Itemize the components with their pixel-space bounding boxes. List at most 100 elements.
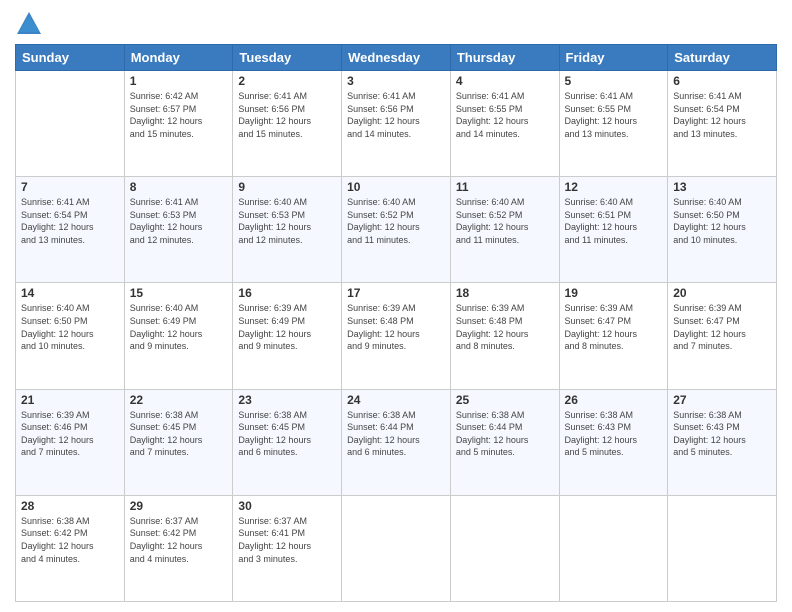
calendar-cell: 25 Sunrise: 6:38 AM Sunset: 6:44 PM Dayli… xyxy=(450,389,559,495)
logo xyxy=(15,10,47,38)
day-number: 14 xyxy=(21,286,119,300)
day-number: 8 xyxy=(130,180,228,194)
calendar-cell: 28 Sunrise: 6:38 AM Sunset: 6:42 PM Dayli… xyxy=(16,495,125,601)
calendar-cell: 2 Sunrise: 6:41 AM Sunset: 6:56 PM Daylig… xyxy=(233,71,342,177)
header xyxy=(15,10,777,38)
day-info: Sunrise: 6:40 AM Sunset: 6:50 PM Dayligh… xyxy=(21,302,119,352)
calendar-cell xyxy=(16,71,125,177)
calendar-cell: 26 Sunrise: 6:38 AM Sunset: 6:43 PM Dayli… xyxy=(559,389,668,495)
calendar-cell: 16Sunrise: 6:39 AM Sunset: 6:49 PM Dayli… xyxy=(233,283,342,389)
calendar-week-row: 14 Sunrise: 6:40 AM Sunset: 6:50 PM Dayli… xyxy=(16,283,777,389)
day-info: Sunrise: 6:40 AM Sunset: 6:49 PM Dayligh… xyxy=(130,302,228,352)
day-number: 2 xyxy=(238,74,336,88)
calendar-cell: 15 Sunrise: 6:40 AM Sunset: 6:49 PM Dayli… xyxy=(124,283,233,389)
day-number: 10 xyxy=(347,180,445,194)
calendar-week-row: 21 Sunrise: 6:39 AM Sunset: 6:46 PM Dayli… xyxy=(16,389,777,495)
day-info: Sunrise: 6:38 AM Sunset: 6:42 PM Dayligh… xyxy=(21,515,119,565)
day-info: Sunrise: 6:38 AM Sunset: 6:43 PM Dayligh… xyxy=(673,409,771,459)
calendar-cell: 20 Sunrise: 6:39 AM Sunset: 6:47 PM Dayli… xyxy=(668,283,777,389)
day-info: Sunrise: 6:41 AM Sunset: 6:54 PM Dayligh… xyxy=(21,196,119,246)
day-number: 9 xyxy=(238,180,336,194)
day-info: Sunrise: 6:39 AM Sunset: 6:46 PM Dayligh… xyxy=(21,409,119,459)
day-number: 19 xyxy=(565,286,663,300)
calendar-cell: 19 Sunrise: 6:39 AM Sunset: 6:47 PM Dayli… xyxy=(559,283,668,389)
day-info: Sunrise: 6:40 AM Sunset: 6:50 PM Dayligh… xyxy=(673,196,771,246)
day-number: 3 xyxy=(347,74,445,88)
day-info: Sunrise: 6:38 AM Sunset: 6:44 PM Dayligh… xyxy=(456,409,554,459)
day-number: 23 xyxy=(238,393,336,407)
day-number: 15 xyxy=(130,286,228,300)
day-number: 28 xyxy=(21,499,119,513)
calendar-cell: 5 Sunrise: 6:41 AM Sunset: 6:55 PM Daylig… xyxy=(559,71,668,177)
day-info: Sunrise: 6:38 AM Sunset: 6:43 PM Dayligh… xyxy=(565,409,663,459)
day-number: 26 xyxy=(565,393,663,407)
calendar-cell xyxy=(450,495,559,601)
calendar-cell: 27 Sunrise: 6:38 AM Sunset: 6:43 PM Dayli… xyxy=(668,389,777,495)
day-info: Sunrise: 6:38 AM Sunset: 6:45 PM Dayligh… xyxy=(238,409,336,459)
day-info: Sunrise: 6:37 AM Sunset: 6:42 PM Dayligh… xyxy=(130,515,228,565)
day-number: 30 xyxy=(238,499,336,513)
day-info: Sunrise: 6:39 AM Sunset: 6:47 PM Dayligh… xyxy=(565,302,663,352)
day-number: 21 xyxy=(21,393,119,407)
calendar-cell: 7 Sunrise: 6:41 AM Sunset: 6:54 PM Daylig… xyxy=(16,177,125,283)
day-number: 7 xyxy=(21,180,119,194)
day-number: 18 xyxy=(456,286,554,300)
calendar-cell: 11 Sunrise: 6:40 AM Sunset: 6:52 PM Dayli… xyxy=(450,177,559,283)
calendar-day-header: Saturday xyxy=(668,45,777,71)
day-number: 16 xyxy=(238,286,336,300)
day-number: 29 xyxy=(130,499,228,513)
calendar-cell: 9 Sunrise: 6:40 AM Sunset: 6:53 PM Daylig… xyxy=(233,177,342,283)
calendar-cell: 22 Sunrise: 6:38 AM Sunset: 6:45 PM Dayli… xyxy=(124,389,233,495)
calendar-day-header: Thursday xyxy=(450,45,559,71)
calendar-cell: 8 Sunrise: 6:41 AM Sunset: 6:53 PM Daylig… xyxy=(124,177,233,283)
day-number: 1 xyxy=(130,74,228,88)
logo-icon xyxy=(15,10,43,38)
day-info: Sunrise: 6:38 AM Sunset: 6:45 PM Dayligh… xyxy=(130,409,228,459)
day-info: Sunrise: 6:40 AM Sunset: 6:51 PM Dayligh… xyxy=(565,196,663,246)
calendar-cell: 10 Sunrise: 6:40 AM Sunset: 6:52 PM Dayli… xyxy=(342,177,451,283)
day-info: Sunrise: 6:39 AM Sunset: 6:47 PM Dayligh… xyxy=(673,302,771,352)
calendar-day-header: Monday xyxy=(124,45,233,71)
day-number: 11 xyxy=(456,180,554,194)
calendar-cell xyxy=(559,495,668,601)
calendar-cell: 1 Sunrise: 6:42 AM Sunset: 6:57 PM Daylig… xyxy=(124,71,233,177)
day-info: Sunrise: 6:40 AM Sunset: 6:52 PM Dayligh… xyxy=(347,196,445,246)
day-number: 4 xyxy=(456,74,554,88)
calendar-week-row: 1 Sunrise: 6:42 AM Sunset: 6:57 PM Daylig… xyxy=(16,71,777,177)
day-info: Sunrise: 6:40 AM Sunset: 6:52 PM Dayligh… xyxy=(456,196,554,246)
day-number: 5 xyxy=(565,74,663,88)
day-number: 24 xyxy=(347,393,445,407)
day-info: Sunrise: 6:42 AM Sunset: 6:57 PM Dayligh… xyxy=(130,90,228,140)
calendar-day-header: Sunday xyxy=(16,45,125,71)
day-number: 25 xyxy=(456,393,554,407)
day-number: 20 xyxy=(673,286,771,300)
day-info: Sunrise: 6:41 AM Sunset: 6:54 PM Dayligh… xyxy=(673,90,771,140)
calendar-cell: 21 Sunrise: 6:39 AM Sunset: 6:46 PM Dayli… xyxy=(16,389,125,495)
day-info: Sunrise: 6:41 AM Sunset: 6:53 PM Dayligh… xyxy=(130,196,228,246)
day-number: 27 xyxy=(673,393,771,407)
calendar-cell: 13 Sunrise: 6:40 AM Sunset: 6:50 PM Dayli… xyxy=(668,177,777,283)
calendar-cell: 29 Sunrise: 6:37 AM Sunset: 6:42 PM Dayli… xyxy=(124,495,233,601)
day-info: Sunrise: 6:40 AM Sunset: 6:53 PM Dayligh… xyxy=(238,196,336,246)
day-number: 22 xyxy=(130,393,228,407)
calendar-day-header: Wednesday xyxy=(342,45,451,71)
day-info: Sunrise: 6:37 AM Sunset: 6:41 PM Dayligh… xyxy=(238,515,336,565)
calendar-day-header: Friday xyxy=(559,45,668,71)
calendar-cell: 24 Sunrise: 6:38 AM Sunset: 6:44 PM Dayli… xyxy=(342,389,451,495)
day-number: 17 xyxy=(347,286,445,300)
day-info: Sunrise: 6:39 AM Sunset: 6:48 PM Dayligh… xyxy=(347,302,445,352)
calendar-cell: 30 Sunrise: 6:37 AM Sunset: 6:41 PM Dayli… xyxy=(233,495,342,601)
calendar-cell: 12Sunrise: 6:40 AM Sunset: 6:51 PM Dayli… xyxy=(559,177,668,283)
calendar-cell: 14 Sunrise: 6:40 AM Sunset: 6:50 PM Dayli… xyxy=(16,283,125,389)
day-info: Sunrise: 6:41 AM Sunset: 6:55 PM Dayligh… xyxy=(565,90,663,140)
day-number: 13 xyxy=(673,180,771,194)
calendar-cell: 18Sunrise: 6:39 AM Sunset: 6:48 PM Dayli… xyxy=(450,283,559,389)
day-info: Sunrise: 6:38 AM Sunset: 6:44 PM Dayligh… xyxy=(347,409,445,459)
calendar-cell: 17 Sunrise: 6:39 AM Sunset: 6:48 PM Dayli… xyxy=(342,283,451,389)
day-number: 6 xyxy=(673,74,771,88)
page: SundayMondayTuesdayWednesdayThursdayFrid… xyxy=(0,0,792,612)
day-info: Sunrise: 6:41 AM Sunset: 6:56 PM Dayligh… xyxy=(238,90,336,140)
calendar-cell xyxy=(342,495,451,601)
calendar-cell xyxy=(668,495,777,601)
day-info: Sunrise: 6:41 AM Sunset: 6:55 PM Dayligh… xyxy=(456,90,554,140)
